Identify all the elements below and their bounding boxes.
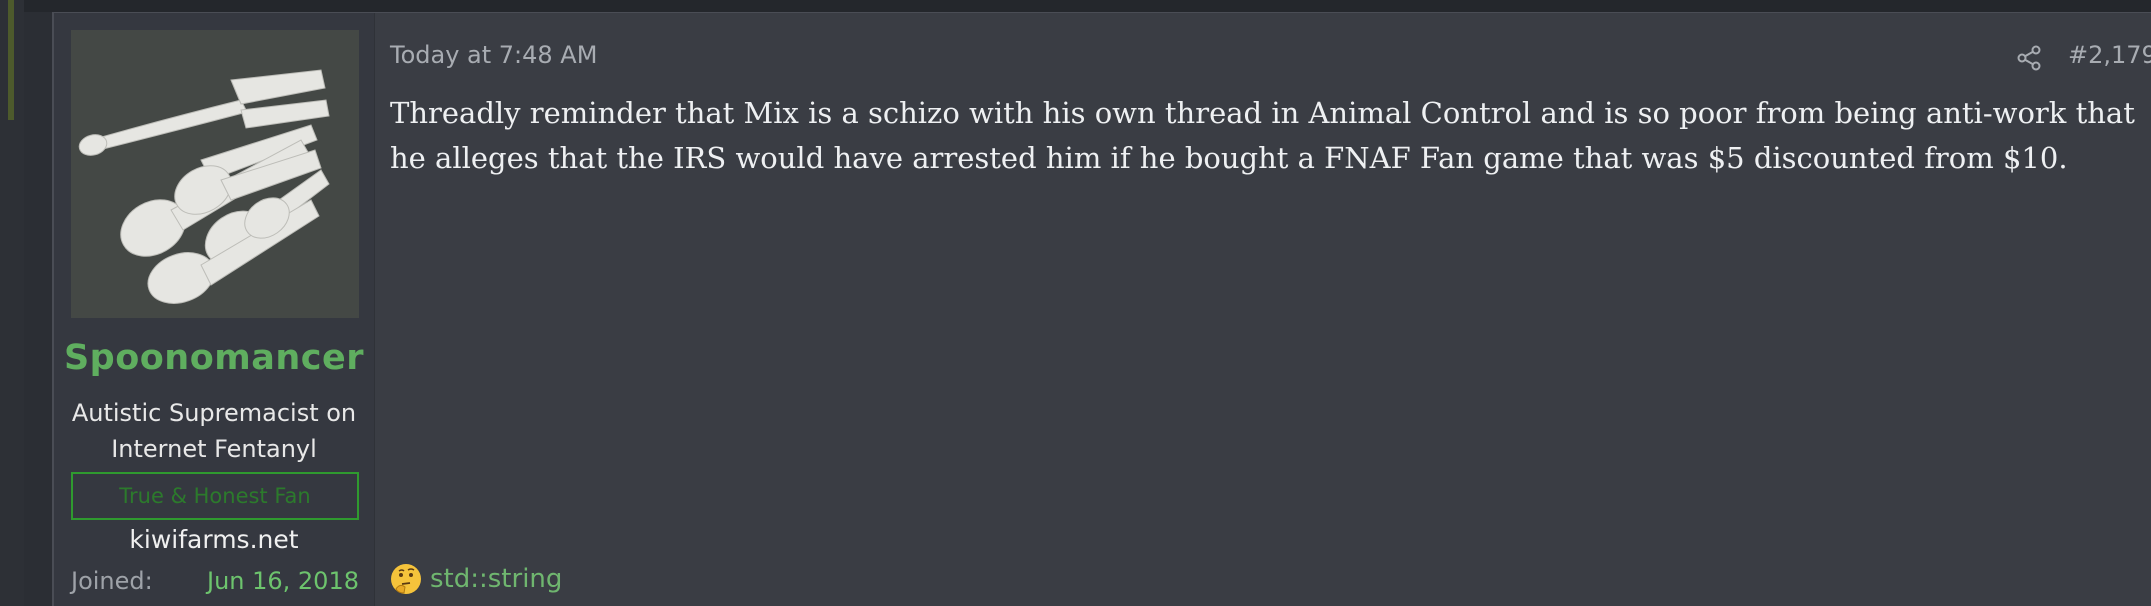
user-site: kiwifarms.net — [129, 525, 299, 554]
user-info-column: Spoonomancer Autistic Supremacist on Int… — [54, 13, 375, 606]
page: Spoonomancer Autistic Supremacist on Int… — [0, 0, 2151, 606]
top-bar — [0, 0, 2151, 12]
left-edge-accent — [8, 0, 14, 120]
post-date-link[interactable]: Today at 7:48 AM — [390, 41, 597, 69]
joined-label: Joined: — [71, 567, 153, 595]
signature-text: std::string — [430, 564, 563, 594]
forum-post: Spoonomancer Autistic Supremacist on Int… — [52, 12, 2151, 606]
user-banner: True & Honest Fan — [71, 472, 359, 520]
thinking-face-icon — [391, 564, 421, 594]
post-number-link[interactable]: #2,179 — [2068, 41, 2151, 69]
spoons-image — [71, 30, 359, 318]
post-message: Threadly reminder that Mix is a schizo w… — [390, 96, 2135, 175]
left-edge-strip — [0, 0, 24, 606]
user-title: Autistic Supremacist on Internet Fentany… — [71, 399, 357, 463]
avatar[interactable] — [71, 30, 359, 318]
signature: std::string — [390, 563, 562, 595]
username[interactable]: Spoonomancer — [54, 338, 374, 378]
share-icon[interactable] — [2016, 45, 2042, 71]
joined-date: Jun 16, 2018 — [206, 567, 359, 595]
